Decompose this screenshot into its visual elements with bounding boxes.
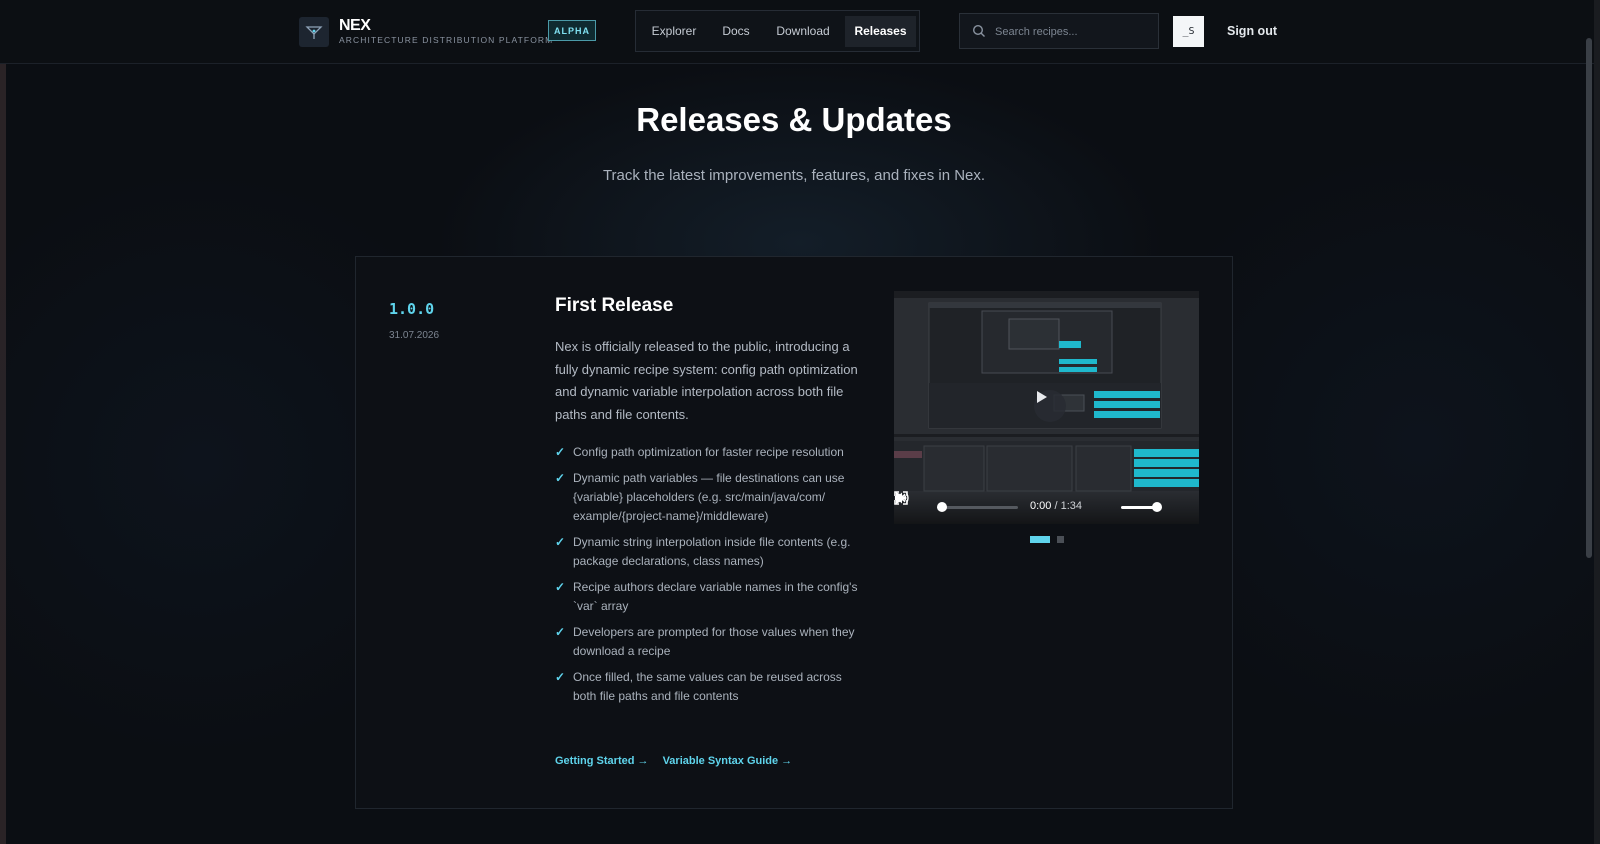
search-box[interactable]	[959, 13, 1159, 49]
alpha-badge: ALPHA	[548, 20, 596, 41]
list-item: ✓ Config path optimization for faster rec…	[555, 443, 865, 462]
search-input[interactable]	[993, 22, 1152, 42]
list-item: ✓ Dynamic path variables — file destinati…	[555, 469, 865, 526]
page-title: Releases & Updates	[636, 101, 952, 138]
list-item: ✓ Recipe authors declare variable names i…	[555, 578, 865, 616]
window-frame-right	[1594, 0, 1600, 844]
nav-releases[interactable]: Releases	[845, 16, 916, 47]
nav-docs[interactable]: Docs	[710, 16, 762, 47]
video-play-overlay-icon[interactable]	[1034, 390, 1066, 422]
getting-started-link[interactable]: Getting Started →	[555, 755, 649, 767]
feature-text: Developers are prompted for those values…	[573, 625, 855, 658]
sign-out-button[interactable]: Sign out	[1227, 24, 1277, 38]
nav-explorer[interactable]: Explorer	[641, 16, 707, 47]
fullscreen-icon[interactable]	[894, 491, 908, 505]
check-icon: ✓	[555, 580, 566, 594]
video-player[interactable]: 0:00 / 1:34	[894, 291, 1199, 524]
release-date: 31.07.2026	[389, 330, 440, 341]
top-navbar: NEX ARCHITECTURE DISTRIBUTION PLATFORM A…	[0, 0, 1600, 64]
video-time: 0:00 / 1:34	[1030, 500, 1082, 512]
check-icon: ✓	[555, 625, 566, 639]
nav-download[interactable]: Download	[766, 16, 840, 47]
video-time-separator: /	[1054, 500, 1058, 512]
variable-syntax-guide-link[interactable]: Variable Syntax Guide →	[663, 755, 793, 767]
carousel-dot-2[interactable]	[1057, 536, 1064, 543]
video-current-time: 0:00	[1030, 500, 1052, 512]
volume-slider-handle[interactable]	[1152, 502, 1162, 512]
feature-text: Config path optimization for faster reci…	[573, 445, 844, 459]
release-links: Getting Started → Variable Syntax Guide …	[555, 755, 803, 767]
brand-name[interactable]: NEX	[339, 17, 371, 35]
video-duration: 1:34	[1060, 500, 1083, 512]
check-icon: ✓	[555, 445, 566, 459]
user-avatar[interactable]: _S	[1173, 16, 1204, 47]
release-description: Nex is officially released to the public…	[555, 339, 858, 422]
video-controls: 0:00 / 1:34	[894, 491, 1199, 524]
list-item: ✓ Once filled, the same values can be reu…	[555, 668, 865, 706]
feature-text: Dynamic string interpolation inside file…	[573, 535, 851, 568]
logo-icon[interactable]	[299, 17, 329, 47]
check-icon: ✓	[555, 670, 566, 684]
list-item: ✓ Dynamic string interpolation inside fil…	[555, 533, 865, 571]
feature-text: Dynamic path variables — file destinatio…	[573, 471, 845, 523]
check-icon: ✓	[555, 535, 566, 549]
release-title: First Release	[555, 295, 674, 316]
main-nav: Explorer Docs Download Releases	[635, 10, 920, 52]
search-icon	[972, 24, 985, 37]
carousel-dot-1[interactable]	[1030, 536, 1050, 543]
brand-subtitle: ARCHITECTURE DISTRIBUTION PLATFORM	[339, 35, 554, 45]
feature-list: ✓ Config path optimization for faster rec…	[555, 443, 865, 713]
check-icon: ✓	[555, 471, 566, 485]
feature-text: Recipe authors declare variable names in…	[573, 580, 858, 613]
feature-text: Once filled, the same values can be reus…	[573, 670, 842, 703]
release-version: 1.0.0	[389, 300, 435, 318]
video-progress-track[interactable]	[938, 506, 1018, 509]
video-progress-handle[interactable]	[937, 502, 947, 512]
list-item: ✓ Developers are prompted for those value…	[555, 623, 865, 661]
page-subtitle: Track the latest improvements, features,…	[602, 167, 986, 184]
page-scrollbar[interactable]	[1586, 38, 1592, 558]
